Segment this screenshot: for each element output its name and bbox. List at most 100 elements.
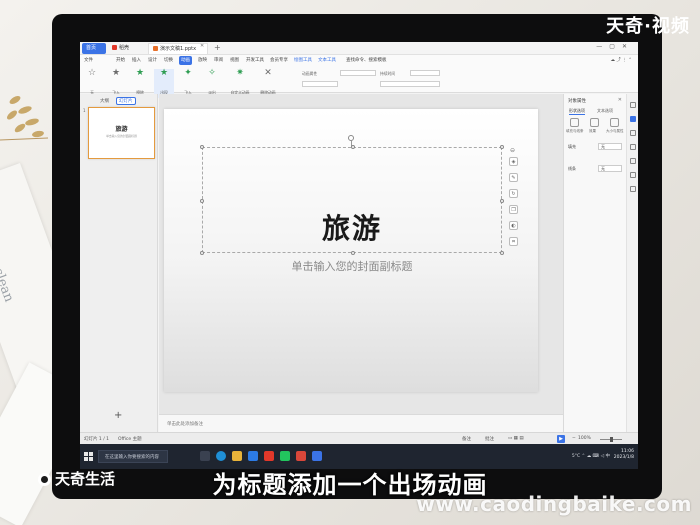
fill-line-icon[interactable] (570, 118, 579, 127)
trigger-dropdown[interactable] (302, 81, 338, 87)
menu-file[interactable]: 文件 (84, 56, 93, 65)
copy-icon[interactable]: ❐ (509, 205, 518, 214)
resize-handle[interactable] (351, 251, 355, 255)
properties-rail-icon[interactable] (630, 102, 636, 108)
rotate-icon[interactable]: ↻ (509, 189, 518, 198)
menu-review[interactable]: 审阅 (214, 56, 223, 65)
slide-thumbnail[interactable]: 旅游 单击输入您的封面副标题 (88, 107, 155, 159)
transition-rail-icon[interactable] (630, 158, 636, 164)
slide-subtitle[interactable]: 单击输入您的封面副标题 (202, 258, 502, 274)
file-explorer-icon[interactable] (232, 451, 242, 461)
animation-rail-icon[interactable] (630, 144, 636, 150)
menu-home[interactable]: 开始 (116, 56, 125, 65)
share-actions-icon[interactable]: ☁ ⤴ ⋮ ⌃ (610, 56, 632, 65)
menu-animation[interactable]: 动画 (179, 56, 192, 65)
menu-drawing-tools[interactable]: 绘图工具 (294, 56, 312, 65)
close-pane-icon[interactable]: ✕ (618, 97, 622, 103)
line-row-label[interactable]: 线条 (568, 166, 576, 172)
wechat-icon[interactable] (280, 451, 290, 461)
new-tab-icon[interactable]: + (214, 43, 221, 53)
theme-name: Office 主题 (118, 437, 142, 442)
wps-icon[interactable] (264, 451, 274, 461)
resize-handle[interactable] (500, 145, 504, 149)
fill-icon[interactable]: ◐ (509, 221, 518, 230)
brand-logo-top: 天奇·视频 (606, 16, 690, 37)
play-slideshow-button[interactable]: ▶ (557, 435, 565, 443)
windows-start-icon[interactable] (84, 452, 93, 461)
view-normal-icon[interactable]: ▭ ▦ ▤ (508, 436, 524, 441)
command-search[interactable]: 查找命令、搜索模板 (346, 56, 387, 65)
screen: 首页 稻壳 演示文稿1.pptx ✕ + —▢✕ 文件 开始 插入 设计 切换 … (80, 42, 638, 469)
comments-toggle[interactable]: 批注 (485, 436, 494, 442)
app-icon[interactable] (312, 451, 322, 461)
zoom-slider-knob[interactable] (610, 437, 613, 442)
duration-field[interactable] (410, 70, 440, 76)
green-star-icon: ✦ (184, 68, 192, 78)
tab-shape-options[interactable]: 形状选项 (569, 108, 585, 115)
status-bar: 幻灯片 1 / 1 Office 主题 备注 批注 ▭ ▦ ▤ ▶ − 100% (80, 432, 638, 444)
resize-handle[interactable] (200, 145, 204, 149)
options-dropdown[interactable] (340, 70, 376, 76)
menu-slideshow[interactable]: 放映 (198, 56, 207, 65)
clock-date: 2023/1/8 (613, 455, 634, 460)
slide[interactable]: 旅游 单击输入您的封面副标题 ⊖ ◈ ✎ ↻ ❐ ◐ ⌗ (164, 109, 538, 392)
menu-developer[interactable]: 开发工具 (246, 56, 264, 65)
menu-member[interactable]: 会员专享 (270, 56, 288, 65)
resize-handle[interactable] (351, 145, 355, 149)
animation-ribbon: ☆ 无 ★ 飞入 ★ 擦除 ★ 出现 ✦ 飞入 ✧ 淡出 ✷ 自定义动画 ✕ 删 (80, 66, 638, 98)
fill-line-label: 填充与线条 (566, 129, 584, 133)
ppt-icon[interactable] (296, 451, 306, 461)
tab-outline[interactable]: 大纲 (100, 98, 109, 104)
size-icon[interactable] (610, 118, 619, 127)
zoom-out-icon[interactable]: − (572, 436, 576, 441)
fill-select[interactable]: 无 (598, 143, 622, 150)
tab-slides[interactable]: 幻灯片 (116, 97, 136, 105)
site-watermark: www.caodingbaike.com (416, 492, 692, 516)
table-rail-icon[interactable] (630, 172, 636, 178)
taskbar-search[interactable]: 在这里输入你要搜索的内容 (98, 450, 168, 463)
resize-handle[interactable] (500, 199, 504, 203)
tab-home[interactable]: 首页 (82, 43, 106, 54)
tab-text-options[interactable]: 文本选项 (597, 108, 613, 114)
resize-handle[interactable] (200, 199, 204, 203)
notes-area[interactable]: 单击此处添加备注 (159, 414, 563, 432)
notes-toggle[interactable]: 备注 (462, 436, 471, 442)
select-rail-icon[interactable] (630, 116, 636, 122)
tab-wps[interactable]: 稻壳 (108, 43, 146, 54)
add-slide-icon[interactable]: + (114, 410, 122, 421)
resize-handle[interactable] (200, 251, 204, 255)
close-tab-icon[interactable]: ✕ (200, 43, 204, 49)
slide-canvas-area: 旅游 单击输入您的封面副标题 ⊖ ◈ ✎ ↻ ❐ ◐ ⌗ (159, 94, 563, 414)
more-rail-icon[interactable] (630, 186, 636, 192)
animation-options[interactable]: 动画属性 (302, 71, 317, 77)
edge-icon[interactable] (216, 451, 226, 461)
slide-thumbnail-panel: 大纲 幻灯片 1 旅游 单击输入您的封面副标题 + (80, 94, 158, 432)
menu-transition[interactable]: 切换 (164, 56, 173, 65)
resize-handle[interactable] (500, 251, 504, 255)
star-icon: ☆ (87, 68, 97, 78)
line-select[interactable]: 无 (598, 165, 622, 172)
menu-insert[interactable]: 插入 (132, 56, 141, 65)
effects-icon[interactable] (590, 118, 599, 127)
menu-view[interactable]: 视图 (230, 56, 239, 65)
delay-field[interactable] (380, 81, 440, 87)
slide-number: 1 (83, 108, 86, 113)
zoom-level[interactable]: 100% (578, 436, 591, 441)
layers-icon[interactable]: ◈ (509, 157, 518, 166)
crop-icon[interactable]: ⌗ (509, 237, 518, 246)
collapse-toolbar-icon[interactable]: ⊖ (510, 147, 515, 154)
system-tray[interactable]: 5°C ⌃ ☁ ⌨ ◁ 中 (572, 453, 610, 459)
effects-label: 效果 (589, 129, 596, 133)
window-controls[interactable]: —▢✕ (596, 43, 634, 50)
fill-row-label[interactable]: 填充 (568, 144, 576, 150)
menu-design[interactable]: 设计 (148, 56, 157, 65)
shape-rail-icon[interactable] (630, 130, 636, 136)
tab-document[interactable]: 演示文稿1.pptx (148, 43, 208, 54)
task-view-icon[interactable] (200, 451, 210, 461)
slide-counter: 幻灯片 1 / 1 (84, 437, 110, 442)
pen-icon[interactable]: ✎ (509, 173, 518, 182)
taskbar-clock[interactable]: 11:06 2023/1/8 (614, 449, 634, 461)
menu-text-tools[interactable]: 文本工具 (318, 56, 336, 65)
slide-title[interactable]: 旅游 (202, 207, 502, 247)
store-icon[interactable] (248, 451, 258, 461)
